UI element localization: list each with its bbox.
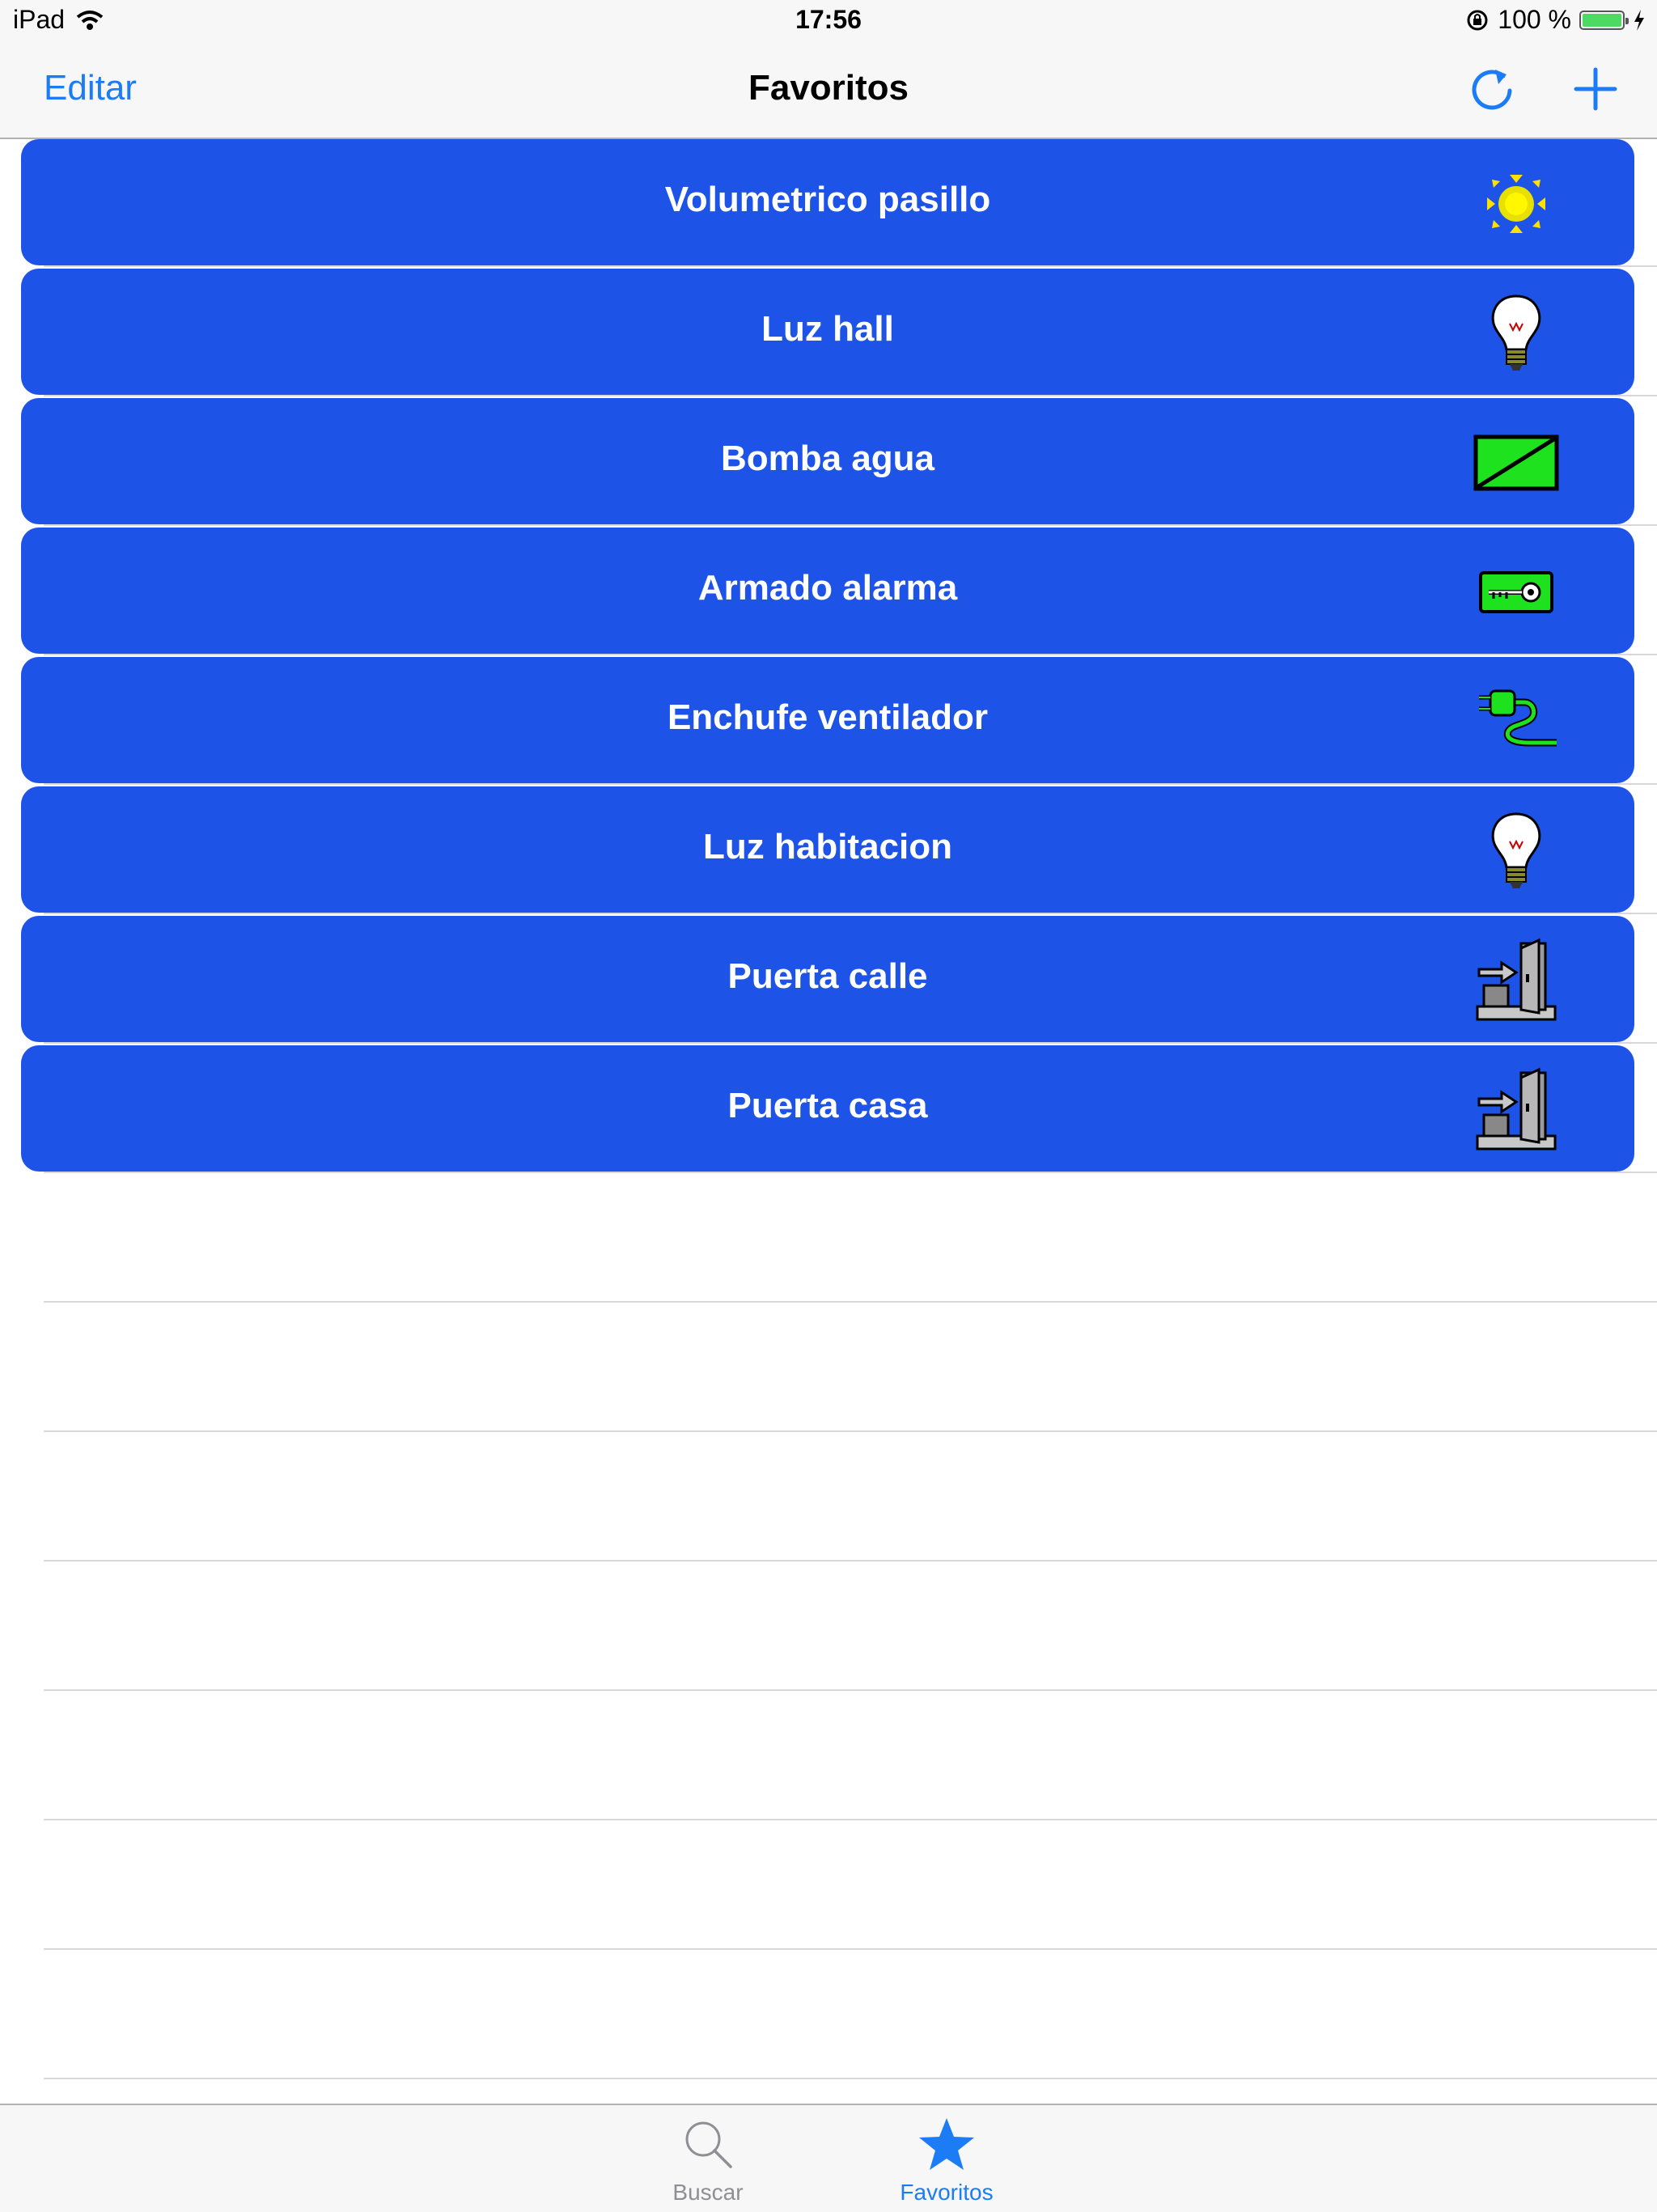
favorite-label: Volumetrico pasillo <box>664 180 991 219</box>
empty-row <box>0 1562 1657 1691</box>
favorite-label: Puerta casa <box>727 1086 928 1125</box>
empty-row <box>0 1820 1657 1950</box>
favorite-button-puerta-casa[interactable]: Puerta casa <box>21 1045 1634 1172</box>
tab-favoritos[interactable]: Favoritos <box>866 2105 1028 2212</box>
pump-switch-icon <box>1473 434 1559 491</box>
motion-sensor-icon <box>1487 175 1545 233</box>
rotation-lock-icon <box>1467 10 1488 30</box>
empty-row <box>0 1173 1657 1303</box>
door-icon <box>1476 938 1557 1021</box>
favorite-label: Luz habitacion <box>703 827 952 867</box>
favorite-button-bomba-agua[interactable]: Bomba agua <box>21 398 1634 524</box>
door-icon <box>1476 1067 1557 1150</box>
navigation-bar: Editar Favoritos <box>0 44 1657 139</box>
favorite-label: Luz hall <box>761 309 894 349</box>
favorite-button-volumetrico-pasillo[interactable]: Volumetrico pasillo <box>21 139 1634 265</box>
favorite-button-puerta-calle[interactable]: Puerta calle <box>21 916 1634 1042</box>
lightbulb-icon <box>1491 812 1541 888</box>
star-icon <box>919 2118 974 2170</box>
empty-row <box>0 1691 1657 1820</box>
favorite-label: Enchufe ventilador <box>667 697 989 737</box>
alarm-key-icon <box>1479 571 1553 613</box>
list-item: Volumetrico pasillo <box>0 138 1657 267</box>
charging-icon <box>1634 9 1644 31</box>
plug-icon <box>1479 689 1557 747</box>
row-separator <box>44 2078 1657 2079</box>
page-title: Favoritos <box>748 68 909 108</box>
tab-buscar[interactable]: Buscar <box>627 2105 789 2212</box>
favorite-button-luz-hall[interactable]: Luz hall <box>21 269 1634 395</box>
empty-row <box>0 1950 1657 2079</box>
battery-icon <box>1579 10 1629 30</box>
tab-label: Buscar <box>672 2180 744 2205</box>
plus-icon[interactable] <box>1570 63 1621 115</box>
status-right: 100 % <box>1465 5 1646 35</box>
favorite-button-armado-alarma[interactable]: Armado alarma <box>21 528 1634 654</box>
empty-row <box>0 1432 1657 1562</box>
list-item: Puerta casa <box>0 1044 1657 1173</box>
list-item: Armado alarma <box>0 526 1657 655</box>
tab-bar: Buscar Favoritos <box>0 2104 1657 2212</box>
empty-row <box>0 1303 1657 1432</box>
lightbulb-icon <box>1491 295 1541 371</box>
status-bar: iPad 17:56 100 % <box>0 0 1657 44</box>
list-item: Enchufe ventilador <box>0 655 1657 785</box>
favorite-button-luz-habitacion[interactable]: Luz habitacion <box>21 786 1634 913</box>
favorite-label: Armado alarma <box>697 568 958 608</box>
list-item: Puerta calle <box>0 914 1657 1044</box>
battery-percent: 100 % <box>1498 5 1571 34</box>
tab-label: Favoritos <box>900 2180 994 2205</box>
list-item: Luz habitacion <box>0 785 1657 914</box>
list-item: Luz hall <box>0 267 1657 396</box>
status-time: 17:56 <box>795 5 862 34</box>
favorite-label: Bomba agua <box>720 439 935 478</box>
search-icon <box>685 2121 732 2168</box>
refresh-icon[interactable] <box>1466 63 1518 115</box>
list-item: Bomba agua <box>0 396 1657 526</box>
favorite-button-enchufe-ventilador[interactable]: Enchufe ventilador <box>21 657 1634 783</box>
favorite-label: Puerta calle <box>727 956 928 996</box>
